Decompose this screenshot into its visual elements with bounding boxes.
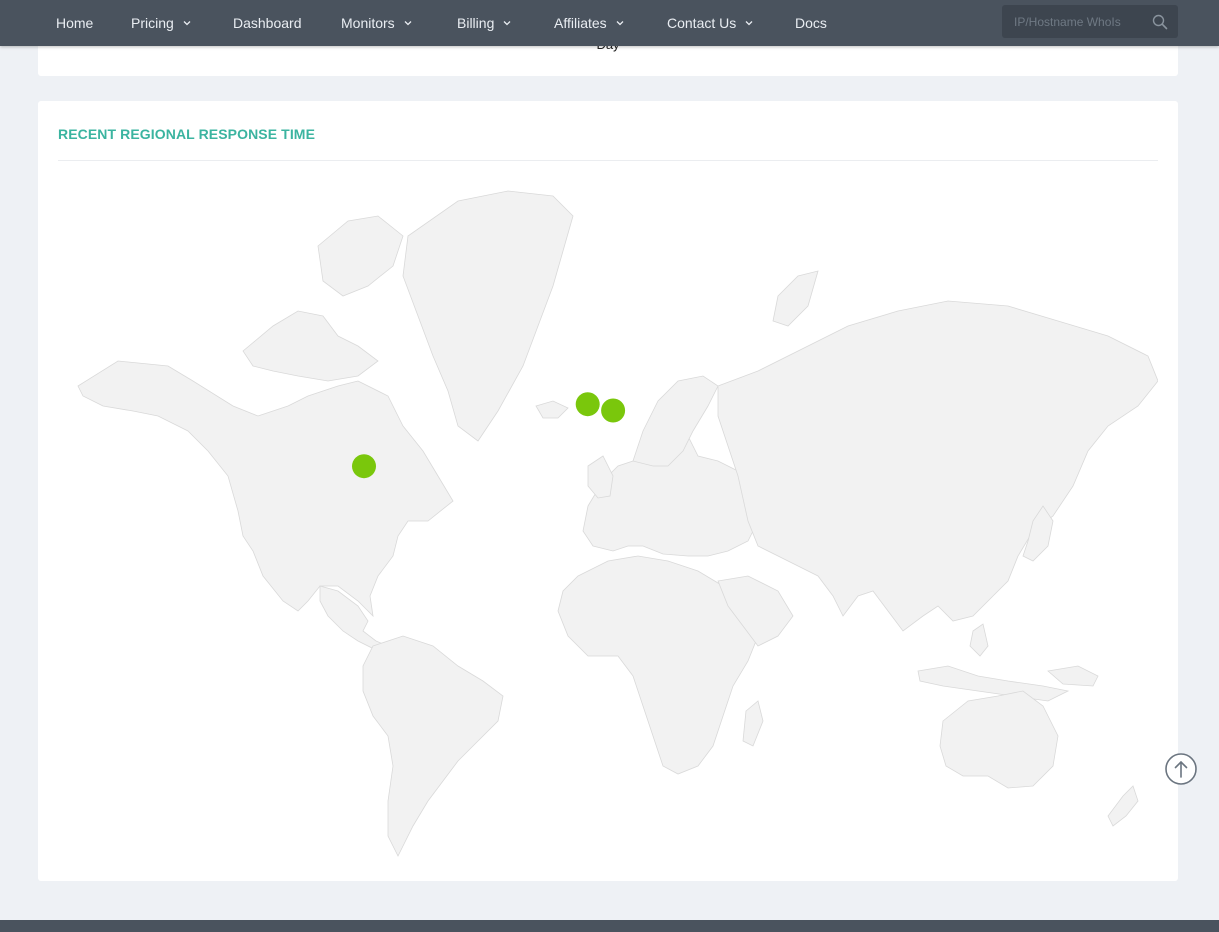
land-madagascar [742,700,764,747]
chevron-down-icon [615,18,625,28]
card-title: RECENT REGIONAL RESPONSE TIME [58,126,316,142]
land-north-america [77,360,454,618]
search-icon[interactable] [1152,14,1168,30]
world-map [77,190,1158,857]
nav-pricing-label: Pricing [131,15,174,31]
land-new-zealand [1107,785,1139,827]
nav-affiliates[interactable]: Affiliates [554,0,625,46]
nav-billing-label: Billing [457,15,495,31]
nav-home[interactable]: Home [56,0,93,46]
nav-affiliates-label: Affiliates [554,15,607,31]
region-marker-1[interactable] [575,392,600,417]
region-marker-0[interactable] [352,454,376,479]
land-scandinavia [632,375,719,467]
nav-dashboard[interactable]: Dashboard [233,0,302,46]
scroll-to-top-button[interactable] [1164,752,1198,786]
chevron-down-icon [744,18,754,28]
nav-monitors[interactable]: Monitors [341,0,413,46]
page-footer [0,920,1219,932]
land-arctic-islands [242,310,379,382]
nav-contact-us[interactable]: Contact Us [667,0,754,46]
nav-billing[interactable]: Billing [457,0,512,46]
chevron-down-icon [403,18,413,28]
land-new-guinea [1047,665,1099,687]
land-indonesia [917,665,1070,702]
chevron-down-icon [502,18,512,28]
nav-home-label: Home [56,15,94,31]
land-arctic-russia [772,270,819,327]
nav-docs[interactable]: Docs [795,0,827,46]
nav-dashboard-label: Dashboard [233,15,302,31]
card-divider [58,160,1158,161]
land-iceland [535,400,569,419]
land-asia [717,300,1158,632]
nav-contact-us-label: Contact Us [667,15,737,31]
chevron-down-icon [182,18,192,28]
land-arctic-islands-2 [317,215,404,297]
region-marker-2[interactable] [601,398,626,423]
arrow-up-circle-icon [1165,753,1197,785]
land-british-isles [587,455,614,499]
land-australia [939,690,1059,789]
regional-response-card: RECENT REGIONAL RESPONSE TIME [38,101,1197,881]
landmasses [77,190,1158,857]
nav-docs-label: Docs [795,15,827,31]
nav-pricing[interactable]: Pricing [131,0,192,46]
land-philippines [969,623,989,657]
whois-search-input[interactable] [1002,5,1142,38]
top-navbar: Home Pricing Dashboard Monitors Billing … [0,0,1219,46]
whois-search [1002,5,1178,38]
land-south-america [362,635,504,857]
nav-monitors-label: Monitors [341,15,395,31]
